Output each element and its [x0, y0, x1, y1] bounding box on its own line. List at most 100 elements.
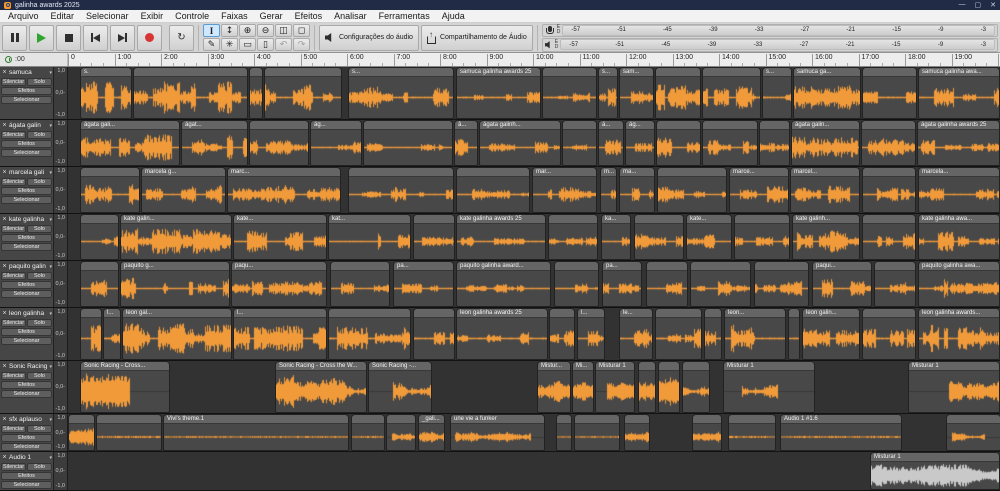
clip-title[interactable]: s... — [349, 68, 453, 77]
clip-title[interactable]: Audio 1 #1.6 — [781, 415, 901, 424]
audio-clip[interactable] — [682, 361, 710, 413]
recording-meter[interactable]: E D -57-51-45-39-33-27-21-15-9-3 — [542, 24, 998, 38]
solo-button[interactable]: Solo — [27, 463, 52, 471]
track-lane[interactable]: kate galin...kate...kat...kate galinha a… — [68, 214, 1000, 260]
clip-title[interactable]: leon galinha awards 25 — [457, 309, 547, 318]
audio-clip[interactable]: samuca ga... — [793, 67, 861, 119]
clip-title[interactable]: leon galin... — [803, 309, 859, 318]
track-lane[interactable]: Vivi's theme.1_gali...une vie a funkerAu… — [68, 414, 1000, 451]
audio-clip[interactable]: paquito galinha awa... — [918, 261, 1000, 307]
clip-title[interactable] — [250, 121, 308, 130]
audio-clip[interactable]: paqui... — [812, 261, 872, 307]
track-vertical-scale[interactable]: 1,00,0--1,0 — [54, 214, 68, 260]
clip-title[interactable]: paqui... — [813, 262, 871, 271]
audio-clip[interactable]: kate galinh... — [792, 214, 860, 260]
clip-title[interactable] — [331, 262, 389, 271]
solo-button[interactable]: Solo — [27, 272, 52, 280]
audio-clip[interactable] — [862, 67, 917, 119]
audio-clip[interactable]: une vie a funker — [450, 414, 545, 451]
menu-editar[interactable]: Editar — [45, 10, 81, 22]
select-button[interactable]: Selecionar — [1, 243, 52, 251]
clip-title[interactable]: samuca ga... — [794, 68, 860, 77]
audio-clip[interactable] — [562, 120, 597, 166]
clip-title[interactable]: ág... — [311, 121, 361, 130]
audio-clip[interactable] — [80, 214, 119, 260]
clip-title[interactable] — [863, 309, 915, 318]
track-close-button[interactable]: × — [1, 216, 8, 224]
audio-clip[interactable] — [574, 414, 620, 451]
chevron-down-icon[interactable]: ▾ — [49, 264, 52, 270]
track-lane[interactable]: paquito g...paqu...pa...paquito galinha … — [68, 261, 1000, 307]
track-lane[interactable]: s. s... samuca galinha awards 25 s... sam...… — [68, 67, 1000, 119]
clip-title[interactable]: une vie a funker — [451, 415, 544, 424]
solo-button[interactable]: Solo — [27, 178, 52, 186]
share-audio-button[interactable]: Compartilhamento de Áudio — [421, 25, 533, 51]
audio-clip[interactable]: Misturar 1 — [723, 361, 815, 413]
chevron-down-icon[interactable]: ▾ — [49, 170, 52, 176]
clip-title[interactable] — [557, 415, 571, 424]
clip-title[interactable]: kate... — [687, 215, 731, 224]
audio-clip[interactable] — [386, 414, 416, 451]
clip-title[interactable]: ág... — [626, 121, 654, 130]
loop-button[interactable]: ↻ — [169, 25, 194, 51]
zoom-selection-button[interactable]: ◫ — [275, 24, 292, 37]
clip-title[interactable] — [863, 215, 915, 224]
track-close-button[interactable]: × — [1, 416, 8, 424]
audio-clip[interactable]: ágata galinha awards 25 — [917, 120, 1000, 166]
audio-clip[interactable]: marc... — [227, 167, 341, 213]
clip-title[interactable]: marcela g... — [142, 168, 225, 177]
audio-clip[interactable] — [548, 214, 598, 260]
audio-clip[interactable]: paquito g... — [120, 261, 230, 307]
audio-clip[interactable] — [133, 67, 248, 119]
audio-clip[interactable]: le... — [619, 308, 653, 360]
track-close-button[interactable]: × — [1, 454, 8, 462]
zoom-out-button[interactable]: ⊖ — [257, 24, 274, 37]
audio-clip[interactable] — [862, 214, 916, 260]
clip-title[interactable]: marcel... — [791, 168, 859, 177]
mute-button[interactable]: Silenciar — [1, 78, 26, 86]
audio-clip[interactable]: kat... — [328, 214, 411, 260]
audio-clip[interactable]: mar... — [532, 167, 597, 213]
audio-clip[interactable] — [80, 167, 140, 213]
clip-title[interactable] — [647, 262, 687, 271]
envelope-button[interactable]: ↕ — [221, 24, 238, 37]
audio-clip[interactable]: s... — [762, 67, 792, 119]
audio-clip[interactable]: sam... — [619, 67, 654, 119]
audio-clip[interactable] — [759, 120, 790, 166]
clip-title[interactable]: paquito g... — [121, 262, 229, 271]
audio-clip[interactable] — [413, 308, 455, 360]
clip-title[interactable]: leon gal... — [123, 309, 231, 318]
track-vertical-scale[interactable]: 1,00,0--1,0 — [54, 261, 68, 307]
track-vertical-scale[interactable]: 1,00,0--1,0 — [54, 452, 68, 490]
audio-clip[interactable]: samuca galinha awa... — [918, 67, 1000, 119]
track-lane[interactable]: marcela g...marc...mar...m...ma...marce.… — [68, 167, 1000, 213]
audio-clip[interactable]: leon gal... — [122, 308, 232, 360]
select-button[interactable]: Selecionar — [1, 96, 52, 104]
audio-clip[interactable]: s. — [80, 67, 132, 119]
audio-clip[interactable]: Vivi's theme.1 — [163, 414, 349, 451]
mute-button[interactable]: Silenciar — [1, 225, 26, 233]
track-vertical-scale[interactable]: 1,00,0--1,0 — [54, 67, 68, 119]
audio-clip[interactable]: ág... — [625, 120, 655, 166]
audio-clip[interactable] — [656, 120, 701, 166]
zoom-fit-button[interactable]: ◻ — [293, 24, 310, 37]
clip-title[interactable]: samuca galinha awards 25 — [457, 68, 540, 77]
clip-title[interactable]: kate... — [234, 215, 326, 224]
track-vertical-scale[interactable]: 1,00,0--1,0 — [54, 308, 68, 360]
clip-title[interactable]: mar... — [533, 168, 596, 177]
clip-title[interactable]: kate galinh... — [793, 215, 859, 224]
minimize-button[interactable]: — — [959, 1, 966, 9]
clip-title[interactable] — [414, 215, 454, 224]
clip-title[interactable]: kate galin... — [121, 215, 231, 224]
audio-clip[interactable]: ma... — [619, 167, 655, 213]
clip-title[interactable]: kat... — [329, 215, 410, 224]
effects-button[interactable]: Efeitos — [1, 472, 52, 480]
clip-title[interactable]: le... — [620, 309, 652, 318]
clip-title[interactable]: á... — [599, 121, 623, 130]
clip-title[interactable]: ma... — [620, 168, 654, 177]
undo-button[interactable]: ↶ — [275, 38, 292, 51]
audio-clip[interactable] — [456, 167, 530, 213]
solo-button[interactable]: Solo — [27, 225, 52, 233]
audio-clip[interactable]: s... — [348, 67, 454, 119]
audio-clip[interactable] — [348, 167, 454, 213]
